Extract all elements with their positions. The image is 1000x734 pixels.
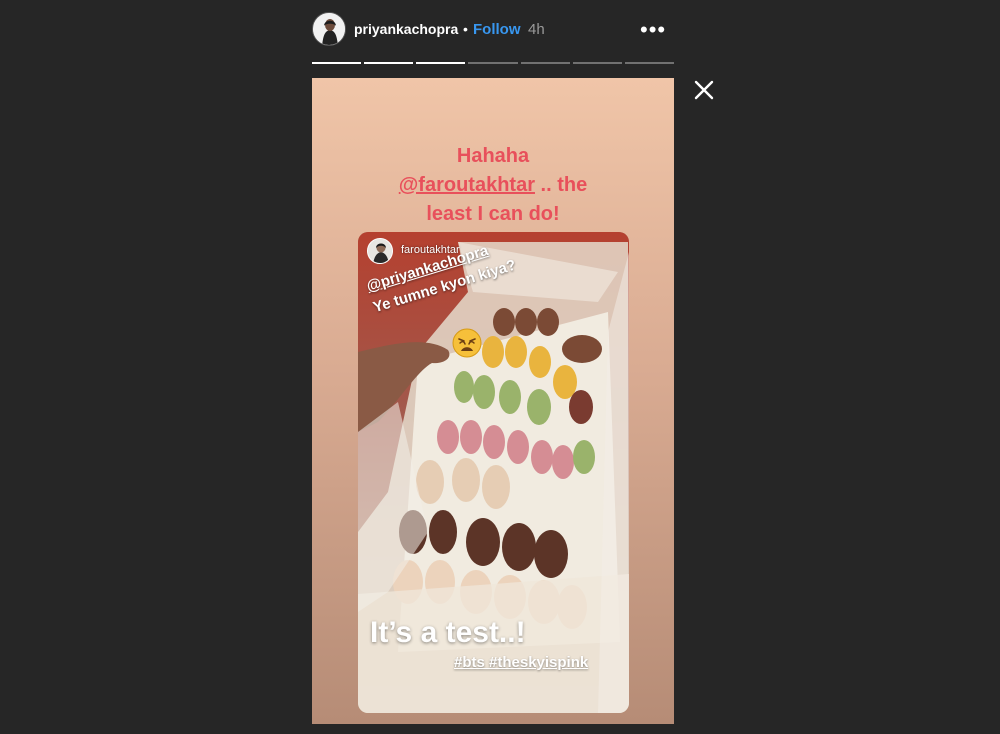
follow-button[interactable]: Follow [473,21,521,38]
reshared-story[interactable]: faroutakhtar @priyankachopra Ye tumne ky… [358,232,629,713]
more-icon[interactable]: ••• [640,17,666,43]
separator-dot: • [463,21,468,37]
avatar[interactable] [312,12,346,46]
close-icon[interactable] [692,78,716,102]
story-progress-bar [312,62,674,64]
story-caption: Hahaha @faroutakhtar .. the least I can … [312,142,674,229]
inner-avatar[interactable] [367,238,393,264]
hashtags[interactable]: #bts #theskyispink [454,654,588,671]
progress-segment [624,62,674,64]
caption-line-2-rest: .. the [534,174,588,196]
weary-face-emoji [452,328,482,358]
username[interactable]: priyankachopra [354,21,458,37]
progress-segment [572,62,622,64]
progress-segment [468,62,518,64]
caption-line-3: least I can do! [426,203,560,225]
caption-line-1: Hahaha [456,145,530,167]
overlay-title: It’s a test..! [370,616,526,649]
caption-line-2: @faroutakhtar .. the [312,171,674,200]
progress-segment [312,62,362,64]
story-content[interactable]: Hahaha @faroutakhtar .. the least I can … [312,78,674,724]
progress-segment [416,62,466,64]
story-header: priyankachopra • Follow 4h ••• [312,12,674,46]
progress-segment [520,62,570,64]
progress-segment [364,62,414,64]
caption-mention[interactable]: @faroutakhtar [399,174,535,196]
timestamp: 4h [528,21,545,38]
